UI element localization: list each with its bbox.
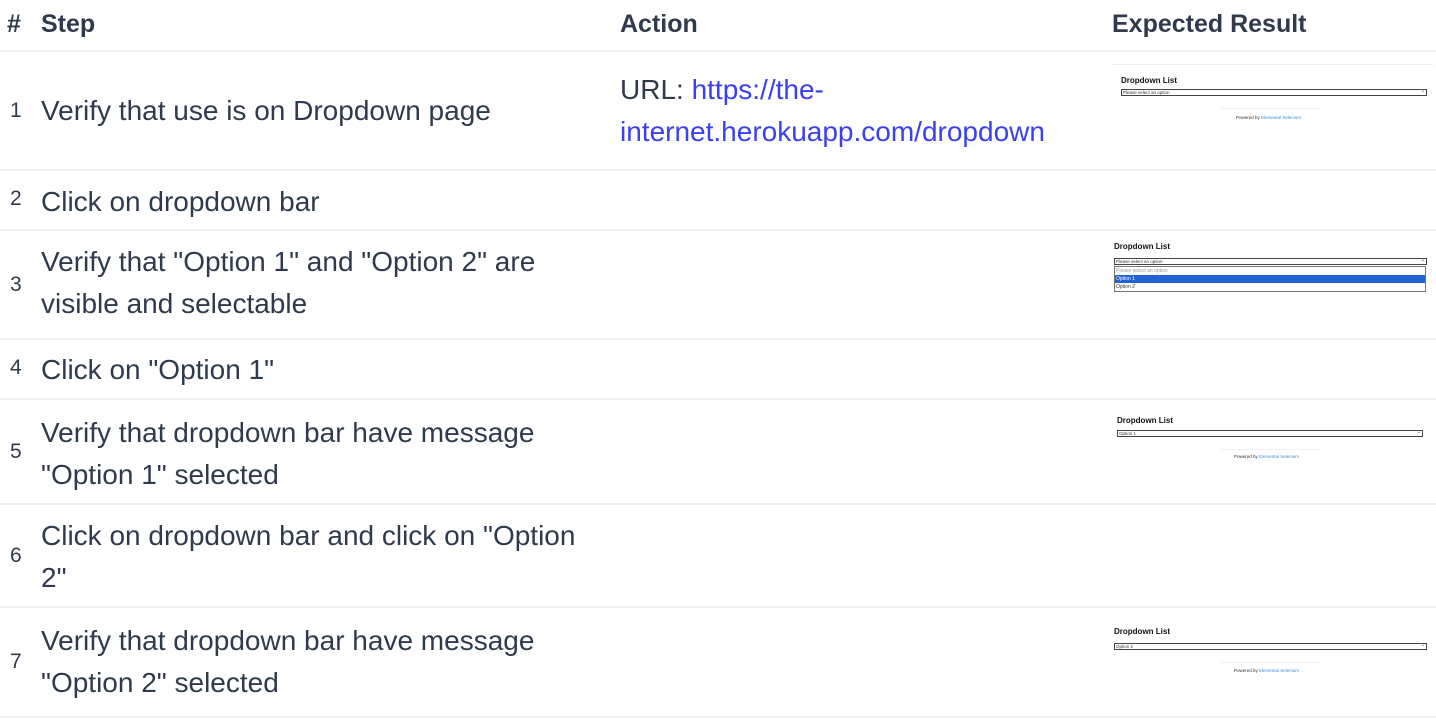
thumb-powered-by: Powered by Elemental Selenium <box>1234 668 1299 673</box>
expected-result-screenshot: Dropdown List Please select an option ⌄ … <box>1112 239 1434 309</box>
powered-by-label: Powered by <box>1236 115 1262 120</box>
row-number: 6 <box>10 544 22 567</box>
table-row: 3 Verify that "Option 1" and "Option 2" … <box>0 231 1436 338</box>
table-row: 7 Verify that dropdown bar have message … <box>0 608 1436 716</box>
thumb-dropdown: Option 1 ⌄ <box>1117 430 1423 437</box>
table-row: 2 Click on dropdown bar <box>0 171 1436 230</box>
thumb-title: Dropdown List <box>1114 242 1170 251</box>
divider <box>1220 662 1320 663</box>
thumb-title: Dropdown List <box>1114 627 1170 636</box>
thumb-dropdown-value: Option 2 <box>1116 644 1134 649</box>
table-row: 4 Click on "Option 1" <box>0 340 1436 399</box>
thumb-dropdown: Please select an option ⌄ <box>1114 258 1427 265</box>
powered-by-label: Powered by <box>1234 668 1260 673</box>
dropdown-url-link-continued[interactable]: internet.herokuapp.com/dropdown <box>620 116 1045 147</box>
thumb-title: Dropdown List <box>1121 76 1177 85</box>
thumb-option: Option 2 <box>1116 284 1135 290</box>
row-number: 7 <box>10 650 22 673</box>
header-number: # <box>7 10 21 38</box>
row-step: Click on dropdown bar and click on "Opti… <box>41 520 576 593</box>
thumb-dropdown: Option 2 ⌄ <box>1114 643 1427 650</box>
row-step: Verify that "Option 1" and "Option 2" ar… <box>41 246 536 319</box>
thumb-dropdown-value: Option 1 <box>1119 431 1137 436</box>
thumb-title: Dropdown List <box>1117 416 1173 425</box>
header-action: Action <box>620 10 698 38</box>
divider <box>1220 108 1320 109</box>
thumb-dropdown: Please select an option ⌄ <box>1121 89 1427 96</box>
dropdown-url-link[interactable]: https://the- <box>692 74 824 105</box>
row-step: Verify that dropdown bar have message "O… <box>41 417 535 490</box>
header-step: Step <box>41 10 96 38</box>
chevron-down-icon: ⌄ <box>1420 258 1425 263</box>
thumb-option: Option 1 <box>1115 275 1425 283</box>
powered-by-label: Powered by <box>1234 454 1260 459</box>
thumb-powered-by: Powered by Elemental Selenium <box>1236 115 1301 120</box>
elemental-selenium-link: Elemental Selenium <box>1259 454 1300 459</box>
table-header: # Step Action Expected Result <box>0 0 1436 52</box>
thumb-dropdown-value: Please select an option <box>1116 259 1163 264</box>
row-number: 5 <box>10 440 22 463</box>
row-number: 3 <box>10 273 22 296</box>
thumb-option: Please select an option <box>1116 268 1168 274</box>
row-step: Verify that dropdown bar have message "O… <box>41 625 535 698</box>
expected-result-screenshot: Dropdown List Option 2 ⌄ Powered by Elem… <box>1112 618 1434 698</box>
url-label: URL: <box>620 74 692 105</box>
thumb-dropdown-options: Please select an option Option 1 Option … <box>1114 266 1426 292</box>
chevron-down-icon: ⌄ <box>1420 89 1425 94</box>
divider <box>1112 64 1434 65</box>
divider <box>0 716 1436 718</box>
thumb-powered-by: Powered by Elemental Selenium <box>1234 454 1299 459</box>
row-step: Verify that use is on Dropdown page <box>41 95 491 126</box>
row-number: 1 <box>10 99 22 122</box>
table-row: 6 Click on dropdown bar and click on "Op… <box>0 505 1436 606</box>
thumb-dropdown-value: Please select an option <box>1123 90 1170 95</box>
elemental-selenium-link: Elemental Selenium <box>1259 668 1300 673</box>
expected-result-screenshot: Dropdown List Please select an option ⌄ … <box>1112 62 1434 142</box>
header-expected-result: Expected Result <box>1112 10 1307 38</box>
table-row: 1 Verify that use is on Dropdown page UR… <box>0 52 1436 170</box>
expected-result-screenshot: Dropdown List Option 1 ⌄ Powered by Elem… <box>1112 410 1434 480</box>
row-number: 4 <box>10 356 22 379</box>
chevron-down-icon: ⌄ <box>1416 430 1421 435</box>
chevron-down-icon: ⌄ <box>1420 643 1425 648</box>
row-number: 2 <box>10 187 22 210</box>
elemental-selenium-link: Elemental Selenium <box>1261 115 1302 120</box>
row-action: URL: https://the-internet.herokuapp.com/… <box>620 69 1090 153</box>
row-step: Click on "Option 1" <box>41 354 275 385</box>
row-step: Click on dropdown bar <box>41 186 320 217</box>
table-row: 5 Verify that dropdown bar have message … <box>0 400 1436 503</box>
divider <box>1220 449 1320 450</box>
